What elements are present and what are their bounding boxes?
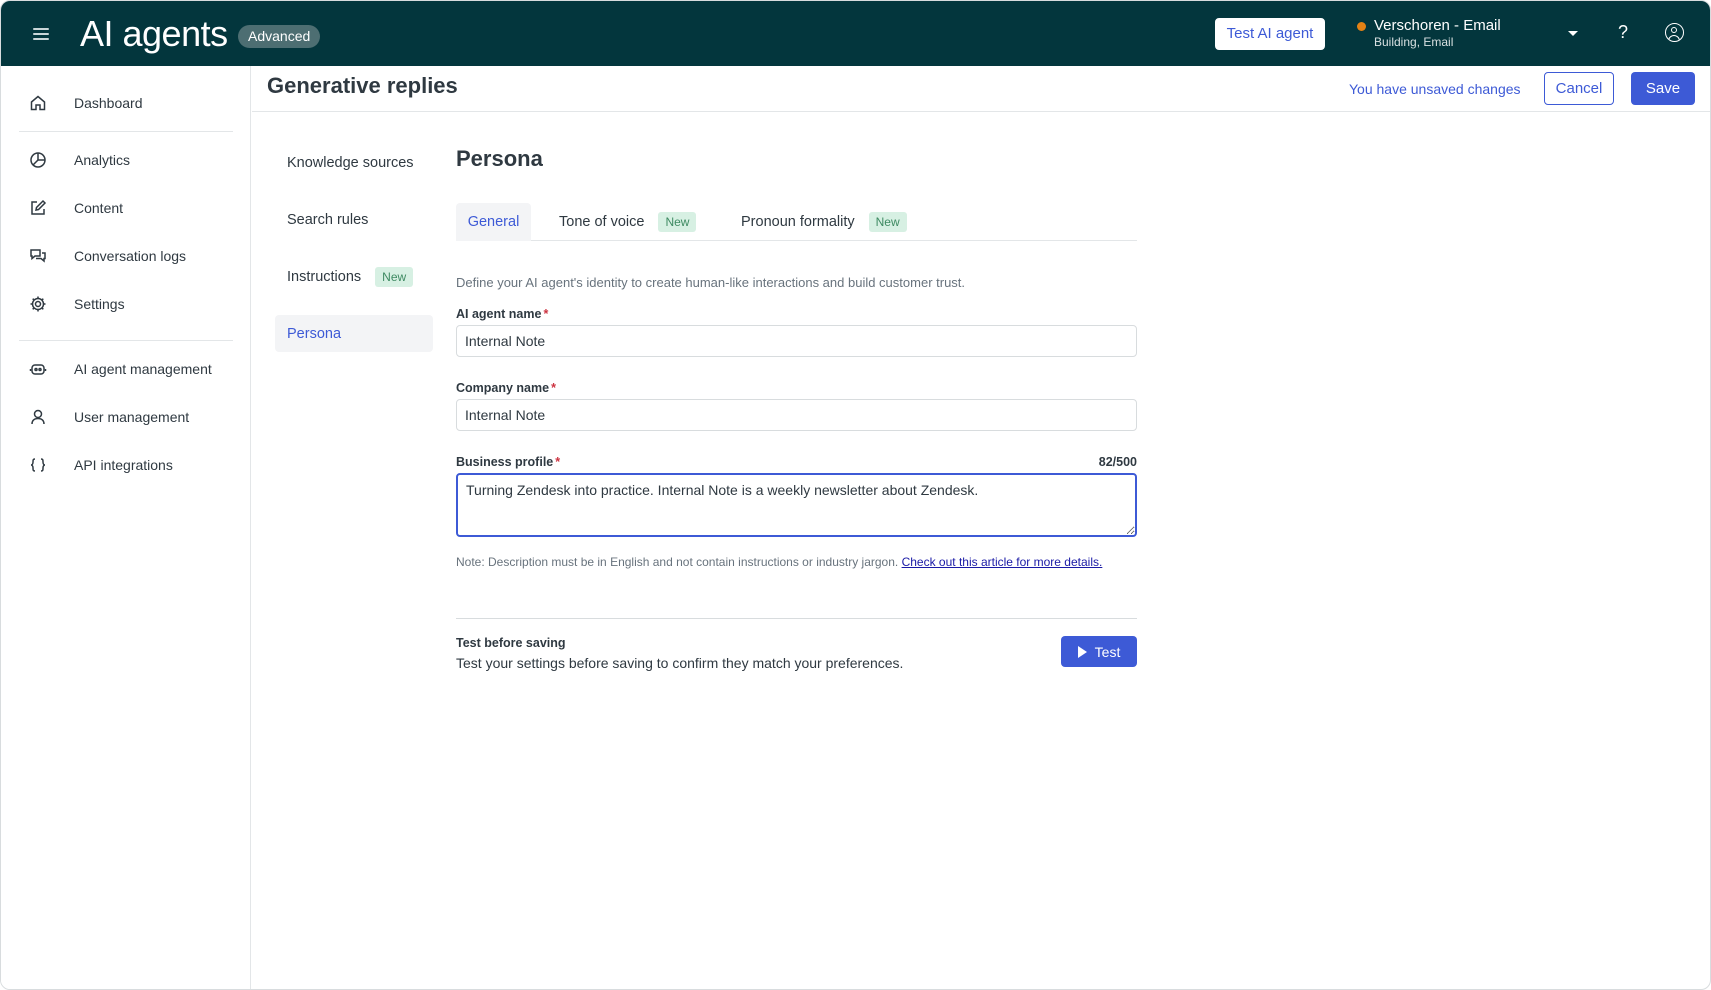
sidebar: Dashboard Analytics Content Conversation… (1, 66, 251, 989)
hamburger-menu-icon[interactable] (33, 28, 49, 40)
section-title: Persona (456, 146, 543, 171)
profile-icon[interactable] (1665, 23, 1684, 42)
sidebar-item-settings[interactable]: Settings (19, 284, 233, 324)
top-bar: AI agents Advanced Test AI agent Verscho… (1, 1, 1710, 66)
subnav-item-persona[interactable]: Persona (275, 315, 433, 352)
sidebar-item-label: Dashboard (74, 95, 143, 111)
sidebar-divider (19, 340, 233, 341)
test-before-saving-description: Test your settings before saving to conf… (456, 655, 904, 671)
sidebar-item-conversation-logs[interactable]: Conversation logs (19, 236, 233, 276)
sidebar-item-content[interactable]: Content (19, 188, 233, 228)
new-badge: New (658, 212, 697, 232)
unsaved-changes-text: You have unsaved changes (1349, 81, 1521, 97)
sidebar-item-dashboard[interactable]: Dashboard (19, 83, 233, 123)
pie-chart-icon (28, 150, 48, 170)
agent-name-label-text: AI agent name (456, 307, 542, 321)
robot-icon (28, 359, 48, 379)
sidebar-item-label: AI agent management (74, 361, 212, 377)
sidebar-divider (19, 131, 233, 132)
sidebar-item-ai-agent-management[interactable]: AI agent management (19, 349, 233, 389)
company-name-label-text: Company name (456, 381, 550, 395)
sidebar-item-label: API integrations (74, 457, 173, 473)
sidebar-item-label: Analytics (74, 152, 131, 168)
tab-label: Tone of voice (559, 214, 645, 230)
business-profile-label: Business profile * (456, 455, 560, 469)
tab-pronoun-formality[interactable]: Pronoun formality New (741, 203, 907, 241)
brand-name[interactable]: Verschoren - Email (1374, 17, 1501, 34)
subnav-item-label: Knowledge sources (287, 154, 414, 171)
chat-icon (28, 246, 48, 266)
sidebar-item-api-integrations[interactable]: API integrations (19, 445, 233, 485)
business-profile-textarea[interactable]: Turning Zendesk into practice. Internal … (456, 473, 1137, 537)
edit-icon (28, 198, 48, 218)
tab-label: General (467, 214, 520, 230)
company-name-label: Company name * (456, 381, 556, 395)
tab-label: Pronoun formality (741, 214, 855, 230)
page-title: Generative replies (267, 73, 458, 98)
test-button[interactable]: Test (1061, 636, 1137, 667)
section-divider (456, 618, 1137, 619)
required-mark: * (551, 381, 556, 395)
tab-general[interactable]: General (456, 203, 531, 241)
test-before-saving-title: Test before saving (456, 636, 566, 650)
home-icon (28, 93, 48, 113)
persona-intro-text: Define your AI agent's identity to creat… (456, 275, 966, 290)
new-badge: New (868, 212, 907, 232)
persona-tabs: General Tone of voice New Pronoun formal… (456, 203, 1137, 241)
subnav-item-instructions[interactable]: Instructions New (275, 258, 433, 295)
brand-channels: Building, Email (1374, 35, 1454, 49)
sidebar-item-label: User management (74, 409, 190, 425)
tab-tone-of-voice[interactable]: Tone of voice New (559, 203, 697, 241)
sidebar-item-label: Settings (74, 296, 125, 312)
cancel-button[interactable]: Cancel (1544, 72, 1614, 105)
test-button-label: Test (1094, 643, 1121, 660)
save-button[interactable]: Save (1631, 72, 1695, 105)
required-mark: * (543, 307, 549, 321)
subnav-item-search-rules[interactable]: Search rules (275, 201, 433, 238)
character-counter: 82/500 (1098, 455, 1137, 469)
company-name-input[interactable] (456, 399, 1137, 431)
page-header: Generative replies You have unsaved chan… (252, 66, 1710, 112)
business-profile-note: Note: Description must be in English and… (456, 554, 1137, 570)
subnav-item-label: Search rules (287, 211, 369, 228)
agent-name-input[interactable] (456, 325, 1137, 357)
help-icon[interactable]: ? (1613, 22, 1633, 44)
sidebar-item-analytics[interactable]: Analytics (19, 140, 233, 180)
required-mark: * (555, 455, 561, 469)
test-ai-agent-button[interactable]: Test AI agent (1215, 18, 1325, 50)
article-link[interactable]: Check out this article for more details. (902, 555, 1103, 569)
app-window: AI agents Advanced Test AI agent Verscho… (0, 0, 1711, 990)
subnav-item-knowledge-sources[interactable]: Knowledge sources (275, 144, 433, 181)
sidebar-item-label: Content (74, 200, 124, 216)
gear-icon (28, 294, 48, 314)
app-title: AI agents (80, 13, 228, 54)
chevron-down-icon[interactable] (1568, 31, 1578, 36)
plan-badge: Advanced (238, 25, 321, 48)
sidebar-item-label: Conversation logs (74, 248, 187, 264)
braces-icon (28, 455, 48, 475)
agent-name-label: AI agent name * (456, 307, 548, 321)
note-text: Note: Description must be in English and… (456, 555, 902, 569)
subnav-item-label: Persona (287, 325, 342, 342)
play-icon (1077, 645, 1087, 658)
new-badge: New (375, 266, 414, 287)
user-icon (28, 407, 48, 427)
business-profile-label-text: Business profile (456, 455, 554, 469)
sidebar-item-user-management[interactable]: User management (19, 397, 233, 437)
status-dot-icon (1357, 22, 1366, 31)
subnav-item-label: Instructions (287, 268, 362, 285)
